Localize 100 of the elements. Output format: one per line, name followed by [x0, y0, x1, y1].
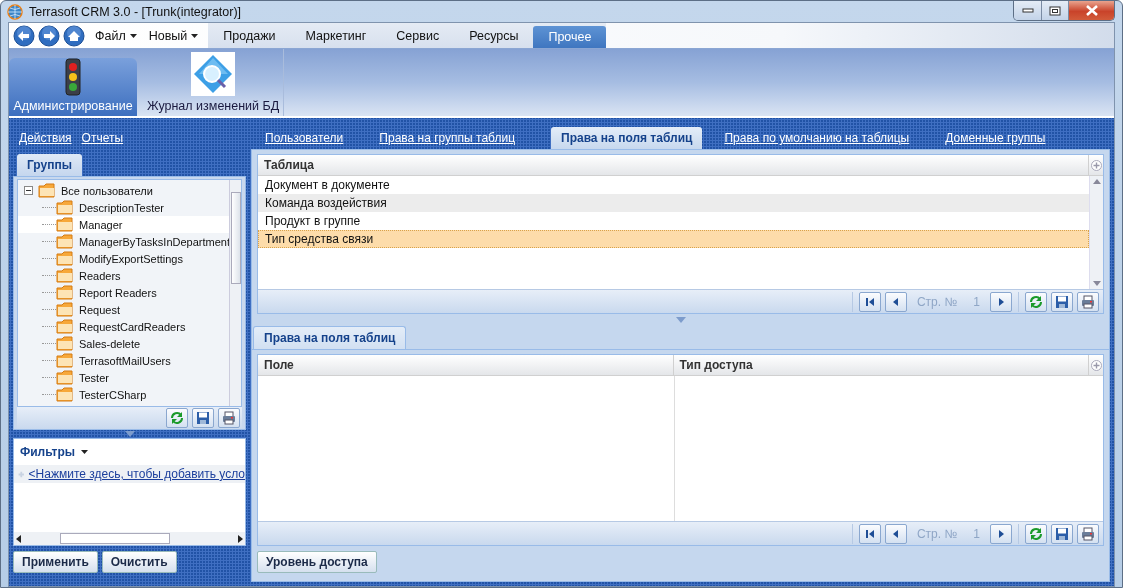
table-row[interactable]: Продукт в группе: [258, 212, 1089, 230]
plus-icon[interactable]: [1090, 159, 1102, 171]
tree-label: ManagerByTasksInDepartment: [79, 235, 229, 248]
refresh-button[interactable]: [1025, 291, 1047, 312]
panel-tab[interactable]: Группы: [17, 154, 82, 176]
tree-item[interactable]: RequestCardReaders: [18, 318, 229, 335]
print-button[interactable]: [218, 408, 240, 428]
ribbon-button[interactable]: Журнал изменений БД: [143, 49, 285, 116]
column-header[interactable]: Тип доступа: [673, 355, 1089, 375]
scroll-up-icon[interactable]: [1092, 179, 1101, 184]
first-page-button[interactable]: [858, 291, 881, 312]
close-button[interactable]: [1068, 1, 1114, 20]
filters-dropdown[interactable]: Фильтры: [14, 439, 95, 465]
section-tab[interactable]: Права по умолчанию на таблицы: [724, 128, 928, 149]
access-level-button[interactable]: Уровень доступа: [257, 551, 377, 573]
column-header[interactable]: Поле: [258, 355, 674, 375]
tree-label: Sales-delete: [79, 337, 141, 350]
refresh-button[interactable]: [166, 408, 188, 428]
table-row[interactable]: Команда воздействия: [258, 194, 1089, 212]
folder-icon: [56, 387, 74, 402]
page-number: 1: [973, 526, 980, 541]
save-button[interactable]: [192, 408, 214, 428]
menu-tab[interactable]: Маркетинг: [290, 23, 382, 48]
refresh-icon: [1029, 294, 1043, 309]
scrollbar[interactable]: [14, 532, 245, 545]
folder-icon: [38, 183, 56, 198]
scrollbar[interactable]: [1089, 176, 1103, 289]
maximize-button[interactable]: [1041, 1, 1068, 20]
previous-page-button[interactable]: [884, 291, 907, 312]
folder-icon: [56, 217, 74, 232]
forward-icon[interactable]: [38, 24, 60, 47]
print-button[interactable]: [1077, 523, 1099, 544]
tree-item[interactable]: DescriptionTester: [18, 199, 229, 216]
scroll-right-icon[interactable]: [238, 534, 243, 543]
next-page-icon: [996, 528, 1006, 539]
menu-tab[interactable]: Прочее: [533, 26, 607, 48]
menu-dropdown[interactable]: Новый: [142, 23, 205, 48]
folder-icon: [56, 370, 74, 385]
tree-label: DescriptionTester: [79, 201, 164, 214]
folder-icon: [56, 268, 74, 283]
save-icon: [196, 411, 210, 425]
action-link[interactable]: Действия: [19, 131, 72, 145]
panel-tab[interactable]: Права на поля таблиц: [253, 326, 407, 349]
refresh-icon: [170, 411, 184, 425]
caret-icon: [81, 450, 89, 454]
tree-item[interactable]: ModifyExportSettings: [18, 250, 229, 267]
save-icon: [1055, 526, 1069, 541]
ribbon-button[interactable]: Администрирование: [9, 58, 137, 116]
next-page-icon: [996, 296, 1006, 307]
print-button[interactable]: [1077, 291, 1099, 312]
page-label: Стр. №: [916, 294, 958, 309]
folder-icon: [56, 200, 74, 215]
action-link[interactable]: Отчеты: [81, 131, 124, 145]
tree-item[interactable]: Report Readers: [18, 284, 229, 301]
first-page-button[interactable]: [858, 523, 881, 544]
collapse-icon[interactable]: [24, 186, 33, 195]
plus-icon[interactable]: [1090, 359, 1102, 371]
tree-label: RequestCardReaders: [79, 320, 186, 333]
tree-item[interactable]: Все пользователи: [18, 182, 229, 199]
section-tab[interactable]: Права на поля таблиц: [551, 127, 703, 149]
folder-icon: [56, 336, 74, 351]
section-tab[interactable]: Права на группы таблиц: [379, 128, 533, 149]
section-tab[interactable]: Пользователи: [265, 128, 362, 149]
tree-item[interactable]: TesterCSharp: [18, 386, 229, 403]
minimize-icon: [1021, 8, 1034, 13]
tree-item[interactable]: Readers: [18, 267, 229, 284]
tree-item[interactable]: TerrasoftMailUsers: [18, 352, 229, 369]
menu-dropdown[interactable]: Файл: [89, 23, 143, 48]
tree-label: Все пользователи: [61, 184, 153, 197]
save-button[interactable]: [1051, 291, 1073, 312]
print-icon: [1081, 294, 1095, 309]
filter-button[interactable]: Применить: [13, 551, 98, 573]
filter-button[interactable]: Очистить: [101, 551, 177, 573]
home-icon[interactable]: [63, 24, 85, 47]
tree-label: Request: [79, 303, 120, 316]
table-row[interactable]: Тип средства связи: [258, 230, 1089, 248]
previous-page-button[interactable]: [884, 523, 907, 544]
next-page-button[interactable]: [990, 291, 1012, 312]
tree-item[interactable]: Request: [18, 301, 229, 318]
scroll-down-icon[interactable]: [1092, 281, 1101, 286]
menu-tab[interactable]: Ресурсы: [454, 23, 534, 48]
tree-item[interactable]: ManagerByTasksInDepartment: [18, 233, 229, 250]
scroll-left-icon[interactable]: [16, 534, 21, 543]
menu-tab[interactable]: Сервис: [381, 23, 455, 48]
app-globe-icon: [7, 3, 23, 20]
scrollbar[interactable]: [229, 180, 241, 406]
collapse-arrow-icon[interactable]: [124, 431, 135, 437]
tree-label: Report Readers: [79, 286, 157, 299]
next-page-button[interactable]: [990, 523, 1012, 544]
back-icon[interactable]: [13, 24, 35, 47]
save-button[interactable]: [1051, 523, 1073, 544]
traffic-light-icon: [64, 58, 82, 96]
table-row[interactable]: Документ в документе: [258, 176, 1089, 194]
folder-icon: [56, 302, 74, 317]
tree-item[interactable]: Tester: [18, 369, 229, 386]
menu-tab[interactable]: Продажи: [208, 23, 291, 48]
refresh-button[interactable]: [1025, 523, 1047, 544]
section-tab[interactable]: Доменные группы: [945, 128, 1064, 149]
tree-item[interactable]: Sales-delete: [18, 335, 229, 352]
tree-item[interactable]: Manager: [18, 216, 229, 233]
